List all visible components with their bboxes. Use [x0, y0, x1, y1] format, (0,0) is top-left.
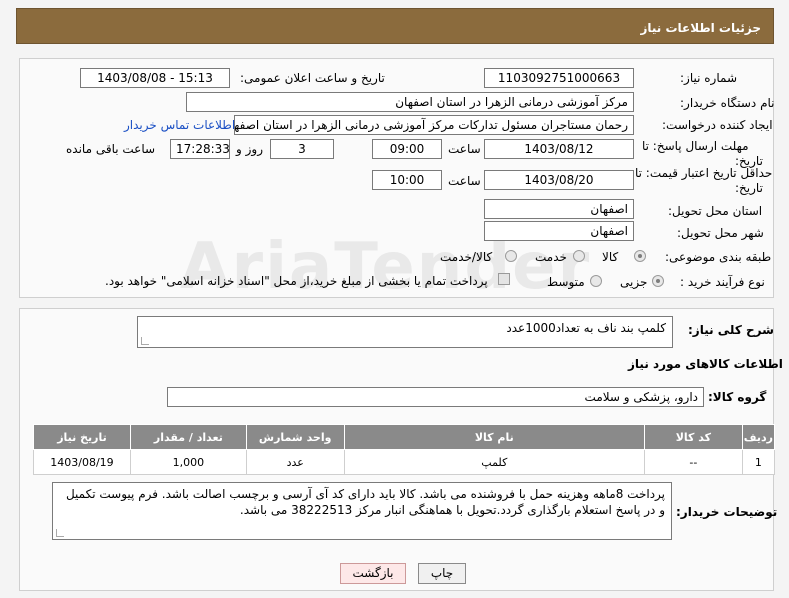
- back-button[interactable]: بازگشت: [340, 563, 406, 584]
- buyer-notes-textarea[interactable]: پرداخت 8ماهه وهزینه حمل با فروشنده می با…: [52, 482, 672, 540]
- description-text: کلمپ بند ناف به تعداد1000عدد: [506, 321, 666, 335]
- category-service-label: خدمت: [535, 250, 567, 264]
- remaining-label: ساعت باقی مانده: [66, 142, 156, 156]
- buyer-notes-label: توضیحات خریدار:: [676, 505, 778, 519]
- cell-row-number: 1: [741, 449, 776, 475]
- col-row-number: ردیف: [741, 424, 776, 450]
- deadline-label: مهلت ارسال پاسخ: تا: [642, 139, 749, 153]
- category-goods-service-label: کالا/خدمت: [440, 250, 493, 264]
- process-minor-label: جزیی: [620, 275, 648, 289]
- validity-label: حداقل تاریخ اعتبار قیمت: تا: [635, 166, 773, 180]
- resize-grip-icon[interactable]: [56, 529, 64, 537]
- description-label: شرح کلی نیاز:: [688, 323, 774, 337]
- category-goods-service-radio[interactable]: [505, 250, 517, 262]
- buyer-org-label: نام دستگاه خریدار:: [680, 96, 775, 110]
- need-number-label: شماره نیاز:: [680, 71, 737, 85]
- col-quantity: تعداد / مقدار: [129, 424, 247, 450]
- contact-buyer-link[interactable]: اطلاعات تماس خریدار: [124, 118, 235, 132]
- goods-table: ردیف کد کالا نام کالا واحد شمارش تعداد /…: [33, 424, 776, 475]
- cell-need-date: 1403/08/19: [33, 449, 131, 475]
- city-field: اصفهان: [484, 221, 634, 241]
- category-label: طبقه بندی موضوعی:: [665, 250, 772, 264]
- remaining-time-field: 17:28:33: [170, 139, 230, 159]
- col-need-date: تاریخ نیاز: [33, 424, 131, 450]
- creator-label: ایجاد کننده درخواست:: [662, 118, 773, 132]
- col-item-code: کد کالا: [643, 424, 743, 450]
- days-label: روز و: [236, 142, 263, 156]
- validity-time-field: 10:00: [372, 170, 442, 190]
- need-number-field: 1103092751000663: [484, 68, 634, 88]
- deadline-time-field: 09:00: [372, 139, 442, 159]
- print-button[interactable]: چاپ: [418, 563, 466, 584]
- validity-date-field: 1403/08/20: [484, 170, 634, 190]
- cell-item-name: کلمپ: [343, 449, 645, 475]
- goods-info-title: اطلاعات کالاهای مورد نیاز: [628, 357, 783, 371]
- treasury-payment-checkbox[interactable]: [498, 273, 510, 285]
- creator-field: رحمان مستاجران مسئول تدارکات مرکز آموزشی…: [234, 115, 634, 135]
- validity-time-label: ساعت: [448, 174, 481, 188]
- announce-field: 1403/08/08 - 15:13: [80, 68, 230, 88]
- page-header: جزئیات اطلاعات نیاز: [16, 8, 774, 44]
- category-goods-radio[interactable]: [634, 250, 646, 262]
- validity-label-2: تاریخ:: [735, 181, 763, 195]
- deadline-date-field: 1403/08/12: [484, 139, 634, 159]
- col-unit: واحد شمارش: [245, 424, 345, 450]
- province-field: اصفهان: [484, 199, 634, 219]
- announce-label: تاریخ و ساعت اعلان عمومی:: [240, 71, 385, 85]
- cell-item-code: --: [643, 449, 743, 475]
- table-row: 1 -- کلمپ عدد 1,000 1403/08/19: [33, 449, 776, 475]
- category-goods-label: کالا: [602, 250, 619, 264]
- buyer-notes-text: پرداخت 8ماهه وهزینه حمل با فروشنده می با…: [65, 487, 665, 517]
- process-label: نوع فرآیند خرید :: [680, 275, 765, 289]
- city-label: شهر محل تحویل:: [677, 226, 764, 240]
- days-remaining-field: 3: [270, 139, 334, 159]
- buyer-org-field: مرکز آموزشی درمانی الزهرا در استان اصفها…: [186, 92, 634, 112]
- description-textarea[interactable]: کلمپ بند ناف به تعداد1000عدد: [137, 316, 673, 348]
- resize-grip-icon[interactable]: [141, 337, 149, 345]
- process-medium-label: متوسط: [547, 275, 585, 289]
- deadline-time-label: ساعت: [448, 142, 481, 156]
- goods-group-label: گروه کالا:: [708, 390, 767, 404]
- col-item-name: نام کالا: [343, 424, 645, 450]
- province-label: استان محل تحویل:: [668, 204, 763, 218]
- goods-group-field: دارو، پزشکی و سلامت: [167, 387, 704, 407]
- cell-unit: عدد: [245, 449, 345, 475]
- category-service-radio[interactable]: [573, 250, 585, 262]
- treasury-payment-note: پرداخت تمام یا بخشی از مبلغ خرید،از محل …: [105, 274, 488, 288]
- process-medium-radio[interactable]: [590, 275, 602, 287]
- table-header-row: ردیف کد کالا نام کالا واحد شمارش تعداد /…: [33, 424, 776, 450]
- process-minor-radio[interactable]: [652, 275, 664, 287]
- cell-quantity: 1,000: [129, 449, 247, 475]
